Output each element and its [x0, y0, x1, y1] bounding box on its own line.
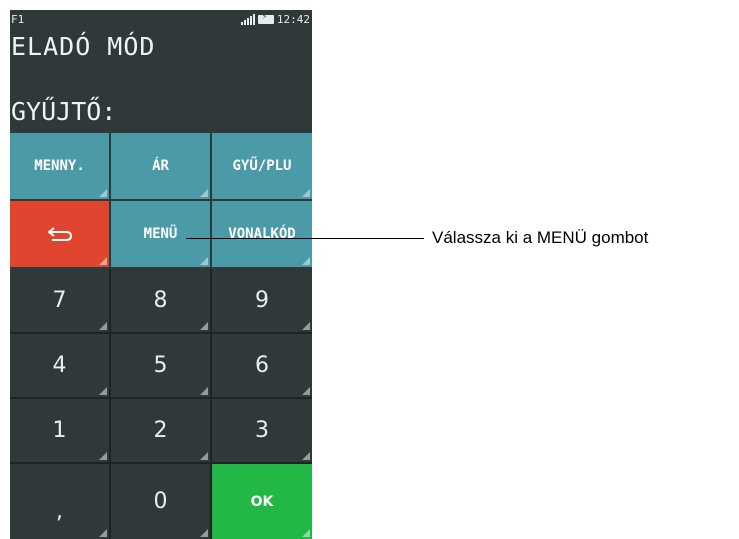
key-5[interactable]: 5	[111, 334, 210, 397]
function-key-indicator: F1	[11, 13, 25, 26]
battery-charging-icon	[257, 12, 274, 24]
ok-button[interactable]: OK	[212, 464, 312, 539]
key-4[interactable]: 4	[10, 334, 109, 397]
mode-title: ELADÓ MÓD	[11, 32, 156, 61]
grid-divider	[109, 269, 111, 539]
key-8[interactable]: 8	[111, 269, 210, 332]
callout-annotation: Válassza ki a MENÜ gombot	[432, 228, 649, 247]
key-0[interactable]: 0	[111, 464, 210, 539]
back-arrow-icon	[46, 227, 72, 241]
key-6[interactable]: 6	[212, 334, 312, 397]
collector-plu-button[interactable]: GYŰ/PLU	[212, 133, 312, 199]
key-2[interactable]: 2	[111, 399, 210, 462]
key-9[interactable]: 9	[212, 269, 312, 332]
price-button[interactable]: ÁR	[111, 133, 210, 199]
key-3[interactable]: 3	[212, 399, 312, 462]
quantity-button[interactable]: MENNY.	[10, 133, 109, 199]
back-button[interactable]	[10, 201, 109, 267]
grid-divider	[10, 332, 312, 334]
callout-leader-line	[186, 238, 424, 239]
status-bar: F1 12:42	[10, 12, 312, 27]
grid-divider	[210, 269, 212, 539]
collector-label: GYŰJTŐ:	[11, 97, 117, 126]
pos-screen: F1 12:42 ELADÓ MÓD GYŰJTŐ: MENNY. ÁR GYŰ…	[10, 10, 312, 539]
clock: 12:42	[276, 13, 310, 26]
grid-divider	[10, 462, 312, 464]
menu-button[interactable]: MENÜ	[111, 201, 210, 267]
key-1[interactable]: 1	[10, 399, 109, 462]
signal-icon	[240, 14, 255, 25]
key-comma[interactable]: ,	[10, 464, 109, 539]
barcode-button[interactable]: VONALKÓD	[212, 201, 312, 267]
key-7[interactable]: 7	[10, 269, 109, 332]
grid-divider	[10, 397, 312, 399]
